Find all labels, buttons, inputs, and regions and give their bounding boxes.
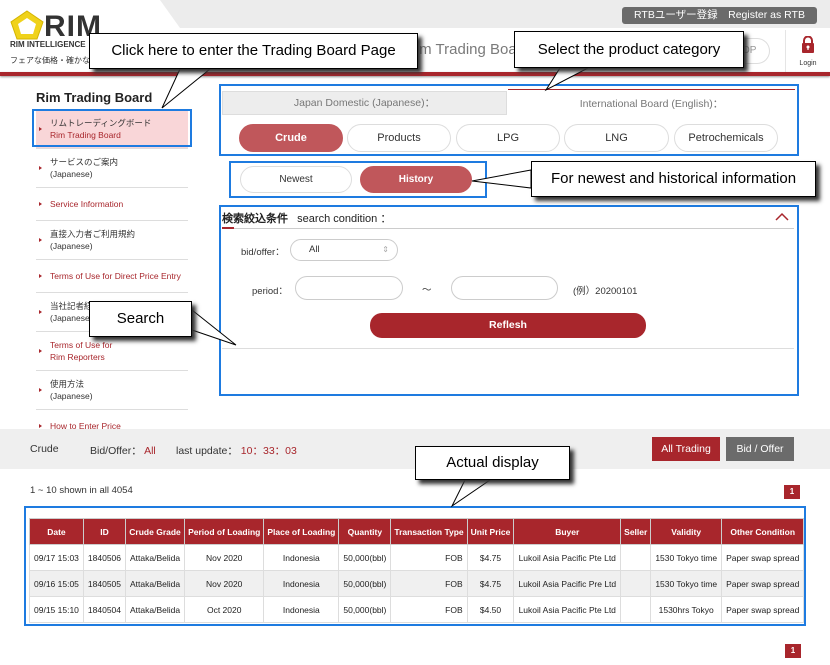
callout-tail-product-category <box>544 67 589 92</box>
callout-tail-search <box>191 308 237 346</box>
callout-tail-trading-board <box>161 68 212 109</box>
callout-actual-display: Actual display <box>415 446 570 480</box>
callout-tail-actual-display <box>450 479 492 508</box>
callout-search: Search <box>89 301 192 337</box>
callout-trading-board: Click here to enter the Trading Board Pa… <box>89 33 418 69</box>
callout-product-category: Select the product category <box>514 31 744 68</box>
callout-newest-history: For newest and historical information <box>531 161 816 197</box>
callout-tail-newest-history <box>471 169 532 189</box>
